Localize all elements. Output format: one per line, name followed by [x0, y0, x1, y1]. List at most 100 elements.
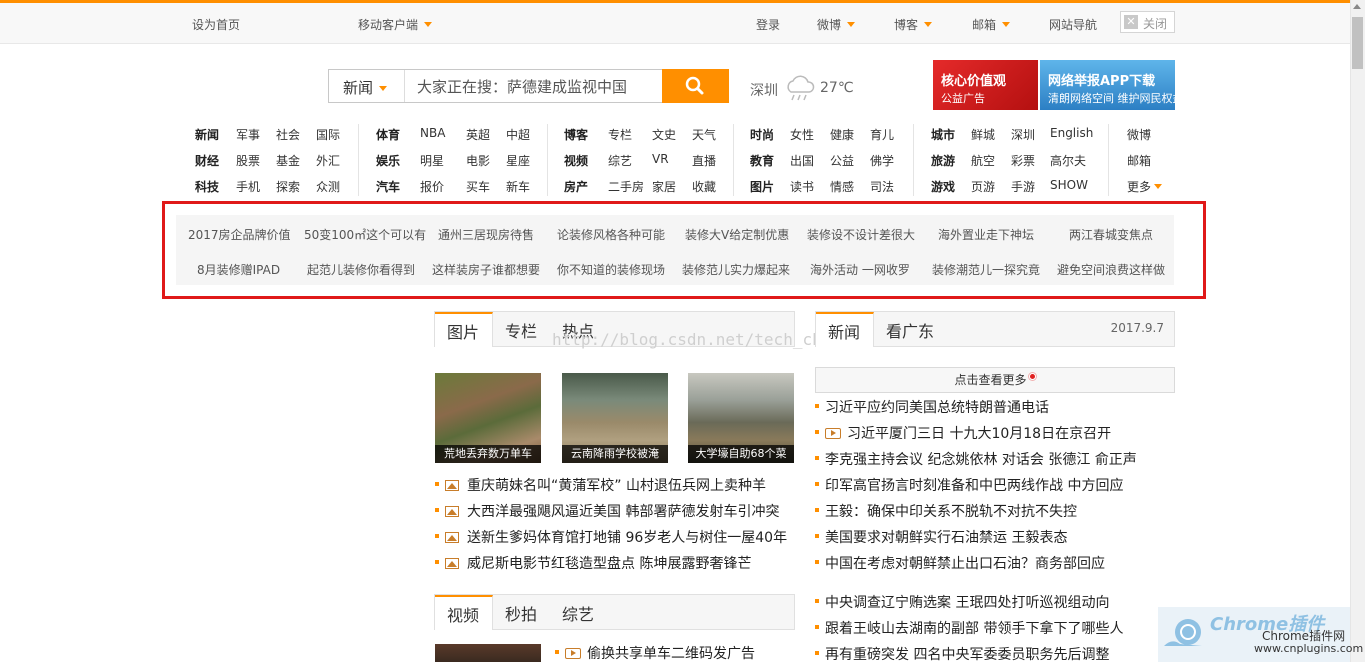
nav-link[interactable]: 综艺	[608, 152, 632, 169]
login-link[interactable]: 登录	[756, 16, 780, 33]
search-input[interactable]: 大家正在搜：萨德建成监视中国	[417, 76, 627, 97]
nav-link[interactable]: 佛学	[870, 152, 894, 169]
tag-link[interactable]: 装修范儿实力爆起来	[682, 261, 790, 278]
nav-link[interactable]: 博客	[564, 126, 588, 143]
nav-link[interactable]: 公益	[830, 152, 854, 169]
nav-link[interactable]: 手机	[236, 178, 260, 195]
tag-link[interactable]: 论装修风格各种可能	[557, 226, 665, 243]
tab-variety[interactable]: 综艺	[562, 595, 594, 630]
news-item[interactable]: 王毅：确保中印关系不脱轨不对抗不失控	[815, 501, 1077, 521]
nav-link[interactable]: 科技	[195, 178, 219, 195]
search-button[interactable]	[662, 69, 729, 103]
nav-link[interactable]: 新车	[506, 178, 530, 195]
nav-link[interactable]: 电影	[466, 152, 490, 169]
set-home-link[interactable]: 设为首页	[192, 16, 240, 33]
tag-link[interactable]: 避免空间浪费这样做	[1057, 261, 1165, 278]
photo-card[interactable]: 荒地丢弃数万单车	[435, 373, 541, 463]
tag-link[interactable]: 海外活动 一网收罗	[810, 261, 910, 278]
weibo-menu[interactable]: 微博	[817, 16, 856, 33]
nav-link[interactable]: 视频	[564, 152, 588, 169]
nav-link[interactable]: 英超	[466, 126, 490, 143]
nav-link[interactable]: 女性	[790, 126, 814, 143]
nav-link[interactable]: 图片	[750, 178, 774, 195]
news-item[interactable]: 李克强主持会议 纪念姚依林 对话会 张德江 俞正声	[815, 449, 1137, 469]
nav-link[interactable]: 游戏	[931, 178, 955, 195]
news-item[interactable]: 中央调查辽宁贿选案 王珉四处打听巡视组动向	[815, 592, 1109, 612]
nav-link[interactable]: 中超	[506, 126, 530, 143]
nav-link[interactable]: 时尚	[750, 126, 774, 143]
tag-link[interactable]: 起范儿装修你看得到	[307, 261, 415, 278]
photo-news-item[interactable]: 威尼斯电影节红毯造型盘点 陈坤展露野奢锋芒	[435, 553, 751, 573]
nav-link[interactable]: 家居	[652, 178, 676, 195]
scrollbar[interactable]	[1350, 0, 1365, 662]
tag-link[interactable]: 50变100㎡这个可以有	[304, 226, 426, 243]
nav-link[interactable]: 鲜城	[971, 126, 995, 143]
news-item[interactable]: 习近平应约同美国总统特朗普通电话	[815, 397, 1049, 417]
nav-link[interactable]: 体育	[376, 126, 400, 143]
nav-link[interactable]: 直播	[692, 152, 716, 169]
tab-news[interactable]: 新闻	[816, 312, 874, 347]
tag-link[interactable]: 这样装房子谁都想要	[432, 261, 540, 278]
nav-link[interactable]: 城市	[931, 126, 955, 143]
nav-link[interactable]: 专栏	[608, 126, 632, 143]
news-item[interactable]: 中国在考虑对朝鲜禁止出口石油？商务部回应	[815, 553, 1105, 573]
video-thumbnail[interactable]	[435, 644, 541, 662]
nav-link[interactable]: 育儿	[870, 126, 894, 143]
nav-link[interactable]: 出国	[790, 152, 814, 169]
nav-link[interactable]: 汽车	[376, 178, 400, 195]
nav-link[interactable]: 旅游	[931, 152, 955, 169]
nav-link[interactable]: 探索	[276, 178, 300, 195]
tab-miaopai[interactable]: 秒拍	[505, 595, 537, 630]
more-nav-menu[interactable]: 更多	[1127, 178, 1163, 195]
nav-link[interactable]: 教育	[750, 152, 774, 169]
nav-link[interactable]: 星座	[506, 152, 530, 169]
close-button[interactable]: ✕ 关闭	[1120, 11, 1175, 33]
nav-link[interactable]: 买车	[466, 178, 490, 195]
tag-link[interactable]: 通州三居现房待售	[438, 226, 534, 243]
nav-link[interactable]: 天气	[692, 126, 716, 143]
news-item[interactable]: 印军高官扬言时刻准备和中巴两线作战 中方回应	[815, 475, 1123, 495]
nav-link[interactable]: 情感	[830, 178, 854, 195]
nav-link[interactable]: 读书	[790, 178, 814, 195]
tag-link[interactable]: 装修设不设计差很大	[807, 226, 915, 243]
nav-link[interactable]: 邮箱	[1127, 152, 1151, 169]
blog-menu[interactable]: 博客	[894, 16, 933, 33]
news-item[interactable]: 习近平厦门三日 十九大10月18日在京召开	[815, 423, 1111, 443]
tab-video[interactable]: 视频	[435, 595, 493, 630]
view-more-button[interactable]: 点击查看更多	[815, 367, 1175, 393]
ad-banner-values[interactable]: 核心价值观 公益广告	[933, 60, 1038, 110]
nav-link[interactable]: 社会	[276, 126, 300, 143]
nav-link[interactable]: 明星	[420, 152, 444, 169]
nav-link[interactable]: 深圳	[1011, 126, 1035, 143]
nav-link[interactable]: 彩票	[1011, 152, 1035, 169]
nav-link[interactable]: VR	[652, 152, 669, 166]
nav-link[interactable]: 健康	[830, 126, 854, 143]
nav-link[interactable]: 新闻	[195, 126, 219, 143]
nav-link[interactable]: 司法	[870, 178, 894, 195]
nav-link[interactable]: 页游	[971, 178, 995, 195]
nav-link[interactable]: 基金	[276, 152, 300, 169]
tag-link[interactable]: 海外置业走下神坛	[938, 226, 1034, 243]
news-item[interactable]: 美国要求对朝鲜实行石油禁运 王毅表态	[815, 527, 1067, 547]
photo-news-item[interactable]: 送新生爹妈体育馆打地铺 96岁老人与树住一屋40年	[435, 527, 787, 547]
mobile-client-menu[interactable]: 移动客户端	[358, 16, 433, 33]
nav-link[interactable]: 文史	[652, 126, 676, 143]
nav-link[interactable]: 高尔夫	[1050, 152, 1086, 169]
nav-link[interactable]: 外汇	[316, 152, 340, 169]
video-news-item[interactable]: 偷换共享单车二维码发广告	[555, 643, 755, 662]
tab-photos[interactable]: 图片	[435, 312, 493, 347]
nav-link[interactable]: 微博	[1127, 126, 1151, 143]
tag-link[interactable]: 两江春城变焦点	[1069, 226, 1153, 243]
nav-link[interactable]: 众测	[316, 178, 340, 195]
tag-link[interactable]: 装修潮范儿一探究竟	[932, 261, 1040, 278]
news-item[interactable]: 跟着王岐山去湖南的副部 带领手下拿下了哪些人	[815, 618, 1123, 638]
nav-link[interactable]: 军事	[236, 126, 260, 143]
photo-news-item[interactable]: 重庆萌妹名叫“黄蒲军校” 山村退伍兵网上卖种羊	[435, 475, 766, 495]
nav-link[interactable]: 国际	[316, 126, 340, 143]
nav-link[interactable]: 娱乐	[376, 152, 400, 169]
nav-link[interactable]: SHOW	[1050, 178, 1088, 192]
tag-link[interactable]: 2017房企品牌价值	[188, 226, 291, 243]
tag-link[interactable]: 你不知道的装修现场	[557, 261, 665, 278]
nav-link[interactable]: 报价	[420, 178, 444, 195]
nav-link[interactable]: 航空	[971, 152, 995, 169]
